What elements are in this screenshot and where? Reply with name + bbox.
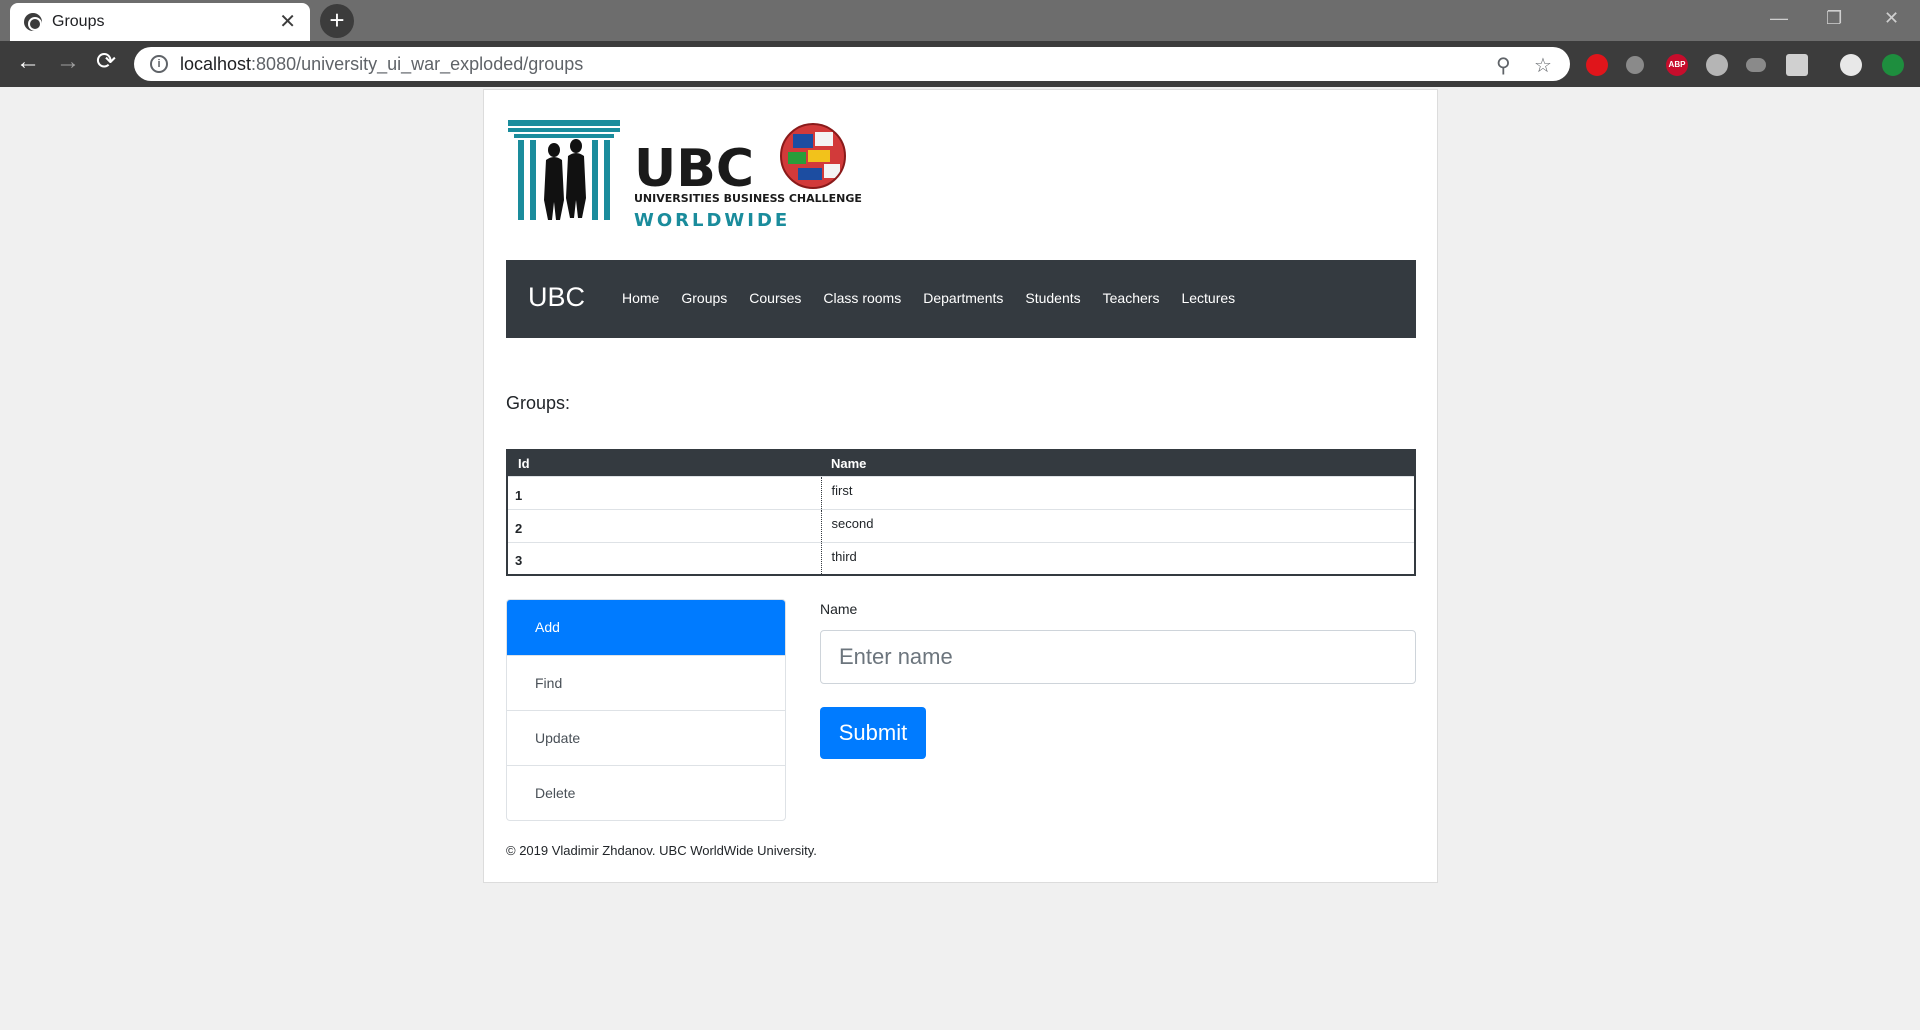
name-input[interactable]	[820, 630, 1416, 684]
extension-translate-icon[interactable]	[1786, 54, 1808, 76]
browser-toolbar: ← → ⟳ i localhost:8080/university_ui_war…	[0, 41, 1920, 87]
back-icon[interactable]: ←	[16, 50, 40, 74]
star-icon[interactable]: ☆	[1534, 53, 1552, 78]
cell-id: 3	[507, 541, 821, 575]
browser-tab-bar: Groups ✕ + — ❐ ✕	[0, 0, 1920, 41]
adblock-icon[interactable]: ABP	[1666, 54, 1688, 76]
action-add[interactable]: Add	[507, 600, 785, 655]
cell-id: 1	[507, 475, 821, 509]
page-title: Groups:	[506, 393, 571, 413]
extension-globe-icon[interactable]	[1706, 54, 1728, 76]
navbar-brand[interactable]: UBC	[528, 282, 585, 313]
table-row[interactable]: 3 third	[507, 541, 1415, 575]
action-list: Add Find Update Delete	[506, 599, 786, 821]
site-navbar: UBC Home Groups Courses Class rooms Depa…	[506, 260, 1416, 338]
tab-title: Groups	[52, 13, 105, 30]
footer-text: © 2019 Vladimir Zhdanov. UBC WorldWide U…	[506, 843, 817, 858]
nav-menu: Home Groups Courses Class rooms Departme…	[622, 290, 1235, 306]
cell-name: second	[820, 508, 1415, 542]
nav-teachers[interactable]: Teachers	[1103, 290, 1160, 306]
info-icon[interactable]: i	[150, 55, 168, 73]
reload-icon[interactable]: ⟳	[96, 50, 116, 74]
submit-button[interactable]: Submit	[820, 707, 926, 759]
close-window-icon[interactable]: ✕	[1884, 8, 1899, 29]
nav-groups[interactable]: Groups	[681, 290, 727, 306]
restore-icon[interactable]: ❐	[1826, 8, 1842, 29]
nav-lectures[interactable]: Lectures	[1181, 290, 1235, 306]
globe-icon	[24, 13, 42, 31]
nav-home[interactable]: Home	[622, 290, 659, 306]
profile-avatar[interactable]	[1840, 54, 1862, 76]
column-header-id: Id	[507, 450, 821, 476]
action-delete[interactable]: Delete	[507, 765, 785, 820]
ubc-logo: UBC UNIVERSITIES BUSINESS CHALLENGE WORL…	[508, 120, 862, 231]
logo-tagline: WORLDWIDE	[634, 210, 790, 231]
url-text: localhost:8080/university_ui_war_explode…	[180, 53, 584, 74]
new-tab-button[interactable]: +	[320, 4, 354, 38]
table-row[interactable]: 1 first	[507, 475, 1415, 509]
extension-paw-icon[interactable]	[1626, 56, 1644, 74]
column-header-name: Name	[821, 450, 1415, 476]
logo-subtitle: UNIVERSITIES BUSINESS CHALLENGE	[634, 192, 862, 205]
zoom-icon[interactable]: ⚲	[1496, 53, 1511, 78]
browser-tab[interactable]: Groups ✕	[10, 3, 310, 41]
groups-table: Id Name 1 first 2 second 3 third	[506, 449, 1416, 576]
address-bar[interactable]: i localhost:8080/university_ui_war_explo…	[134, 47, 1570, 81]
forward-icon[interactable]: →	[56, 50, 80, 74]
nav-class-rooms[interactable]: Class rooms	[823, 290, 901, 306]
extension-cloud-icon[interactable]	[1746, 58, 1766, 72]
table-row[interactable]: 2 second	[507, 508, 1415, 542]
page-container: UBC UNIVERSITIES BUSINESS CHALLENGE WORL…	[483, 89, 1438, 883]
action-update[interactable]: Update	[507, 710, 785, 765]
action-find[interactable]: Find	[507, 655, 785, 710]
update-icon[interactable]	[1882, 54, 1904, 76]
cell-name: first	[820, 475, 1415, 509]
close-tab-icon[interactable]: ✕	[279, 12, 296, 32]
extension-stop-icon[interactable]	[1586, 54, 1608, 76]
logo-name: UBC	[634, 139, 754, 199]
cell-name: third	[820, 541, 1415, 575]
name-field-label: Name	[820, 601, 858, 617]
table-header-row: Id Name	[507, 450, 1415, 476]
cell-id: 2	[507, 508, 821, 542]
minimize-icon[interactable]: —	[1770, 8, 1788, 29]
nav-students[interactable]: Students	[1025, 290, 1080, 306]
nav-courses[interactable]: Courses	[749, 290, 801, 306]
nav-departments[interactable]: Departments	[923, 290, 1003, 306]
